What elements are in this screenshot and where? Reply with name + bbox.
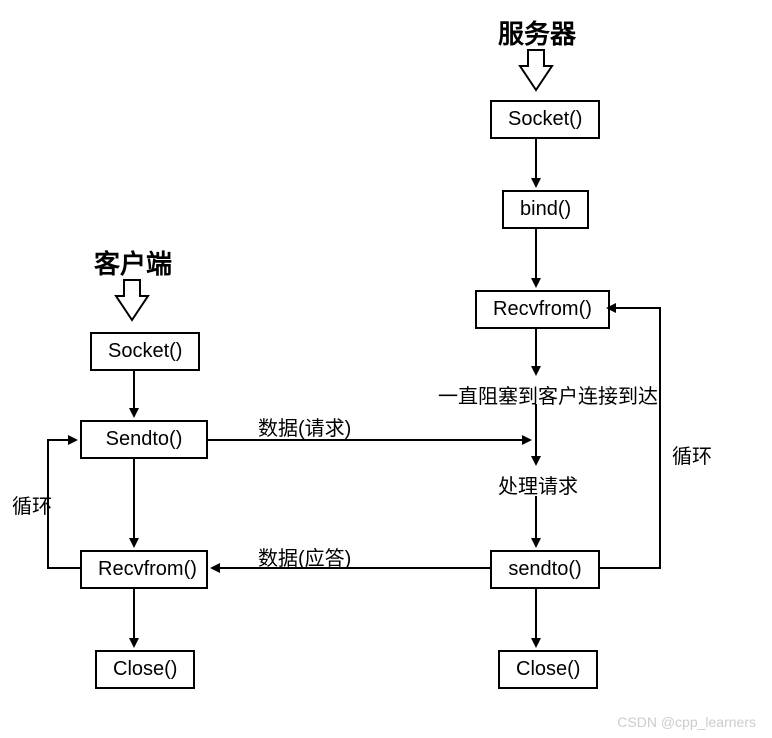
response-label: 数据(应答) [258,542,351,571]
server-socket-box: Socket() [490,100,600,139]
diagram-container: 服务器 客户端 Socket() bind() Recvfrom() sendt… [0,0,772,738]
arrow-client-loop [48,440,80,568]
server-bind-box: bind() [502,190,589,229]
server-block-text: 一直阻塞到客户连接到达 [438,380,658,409]
watermark: CSDN @cpp_learners [617,714,756,730]
server-recvfrom-box: Recvfrom() [475,290,610,329]
server-sendto-box: sendto() [490,550,600,589]
client-title-arrow [116,280,148,320]
server-process-text: 处理请求 [498,470,578,499]
server-close-box: Close() [498,650,598,689]
client-loop-text: 循环 [12,490,52,519]
client-sendto-box: Sendto() [80,420,208,459]
server-title: 服务器 [498,14,576,51]
request-label: 数据(请求) [258,412,351,441]
client-socket-box: Socket() [90,332,200,371]
client-title: 客户端 [94,244,172,281]
arrow-server-loop [600,308,660,568]
server-title-arrow [520,50,552,90]
client-recvfrom-box: Recvfrom() [80,550,208,589]
server-loop-text: 循环 [672,440,712,469]
client-close-box: Close() [95,650,195,689]
